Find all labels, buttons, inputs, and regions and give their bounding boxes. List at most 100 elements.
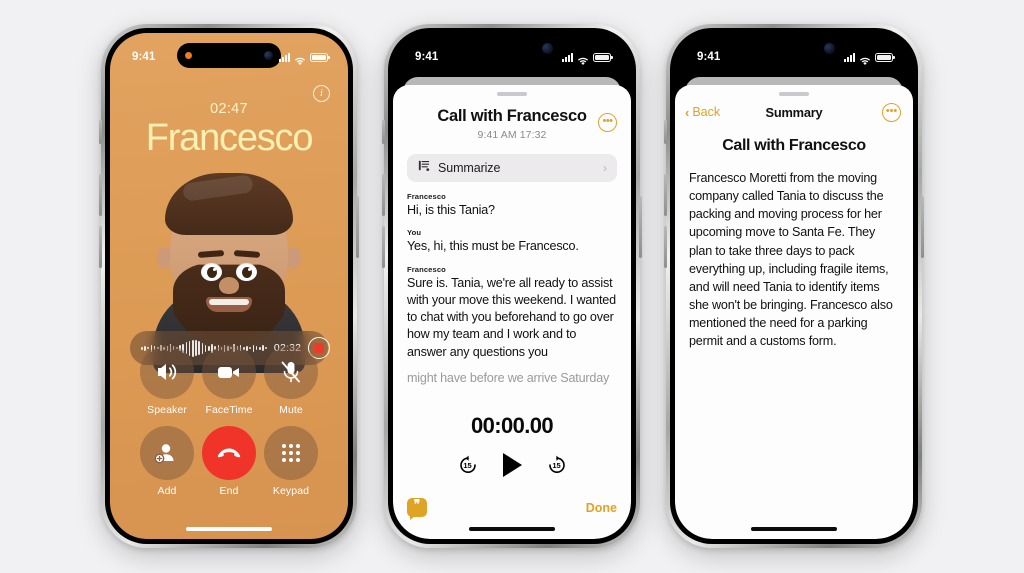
transcript-text: Sure is. Tania, we're all ready to assis… [407,275,616,359]
phone2-screen: 9:41 ••• Call with Francesco 9:41 AM 17:… [393,33,631,539]
back-label: Back [692,105,721,119]
power-button[interactable] [921,196,924,258]
mute-label: Mute [279,404,303,416]
cellular-bars-icon [562,52,573,62]
transcript-subtitle: 9:41 AM 17:32 [477,129,547,141]
volume-down-button[interactable] [664,226,667,268]
transcript-entry: Francesco Sure is. Tania, we're all read… [407,265,617,388]
skip-forward-label: 15 [552,460,561,470]
avatar-eyebrow-right [233,250,261,258]
speaker-icon [140,345,194,399]
call-duration: 02:47 [210,101,248,117]
end-call-icon [202,426,256,480]
transcript-entry: You Yes, hi, this must be Francesco. [407,228,617,255]
avatar-eye-right [236,263,257,281]
transcript-text-faded: might have before we arrive Saturday [407,370,610,385]
add-person-icon [140,426,194,480]
speaker-label: Speaker [147,404,187,416]
wifi-icon [577,53,589,65]
sheet-footer: ❞ Done [393,498,631,520]
volume-up-button[interactable] [664,174,667,216]
summarize-icon [417,159,430,177]
avatar-eye-left [201,263,222,281]
back-button[interactable]: ‹ Back [685,105,720,120]
transcript-text: Yes, hi, this must be Francesco. [407,239,579,254]
more-options-button[interactable]: ••• [598,113,617,132]
call-info-button[interactable]: i [313,85,330,102]
avatar-eyebrow-left [197,250,225,258]
call-controls-grid: Speaker FaceTime Mute Add End Keypad [110,345,348,497]
silent-switch[interactable] [664,120,667,144]
transcript-speaker: Francesco [407,192,446,201]
battery-icon [593,52,613,62]
skip-back-15-icon[interactable]: 15 [457,454,479,476]
avatar-nose [219,277,239,294]
cellular-bars-icon [279,52,290,62]
silent-switch[interactable] [382,120,385,144]
facetime-label: FaceTime [205,404,253,416]
add-call-button[interactable]: Add [136,426,198,497]
home-indicator[interactable] [751,527,837,531]
chevron-right-icon: › [603,161,607,175]
power-button[interactable] [356,196,359,258]
end-label: End [219,485,239,497]
status-bar: 9:41 [393,33,631,71]
phone-device-transcript: 9:41 ••• Call with Francesco 9:41 AM 17:… [382,24,642,548]
power-button[interactable] [639,196,642,258]
player-controls: 15 15 [457,453,568,477]
volume-down-button[interactable] [99,226,102,268]
caller-name: Francesco [145,117,314,159]
done-button[interactable]: Done [586,501,617,515]
keypad-label: Keypad [272,485,310,497]
summarize-button[interactable]: Summarize › [407,154,617,182]
phone1-screen: 9:41 i 02:47 Francesco 02:32 Speaker Fac… [110,33,348,539]
transcript-screen: 9:41 ••• Call with Francesco 9:41 AM 17:… [393,33,631,539]
active-call-screen: 9:41 i 02:47 Francesco 02:32 Speaker Fac… [110,33,348,539]
summary-sheet: ‹ Back Summary ••• Call with Francesco F… [675,85,913,539]
end-call-button[interactable]: End [198,426,260,497]
summary-heading: Call with Francesco [722,137,866,154]
transcript-entry: Francesco Hi, is this Tania? [407,192,617,219]
status-icons [279,52,330,65]
home-indicator[interactable] [469,527,555,531]
phone-device-summary: 9:41 ‹ Back Summary ••• Call with France… [664,24,924,548]
status-bar: 9:41 [110,33,348,71]
status-time: 9:41 [415,51,439,63]
wifi-icon [294,53,306,65]
battery-icon [310,52,330,62]
keypad-icon [264,426,318,480]
screenshot-canvas: 9:41 i 02:47 Francesco 02:32 Speaker Fac… [0,0,1024,573]
transcript-title: Call with Francesco [437,107,587,125]
volume-down-button[interactable] [382,226,385,268]
summary-screen: 9:41 ‹ Back Summary ••• Call with France… [675,33,913,539]
phone-bezel: 9:41 ‹ Back Summary ••• Call with France… [670,28,918,544]
mute-button[interactable]: Mute [260,345,322,416]
home-indicator[interactable] [186,527,272,531]
volume-up-button[interactable] [99,174,102,216]
transcript-sheet: ••• Call with Francesco 9:41 AM 17:32 Su… [393,85,631,539]
volume-up-button[interactable] [382,174,385,216]
speaker-button[interactable]: Speaker [136,345,198,416]
skip-forward-15-icon[interactable]: 15 [546,454,568,476]
sheet-grabber[interactable] [779,92,809,96]
more-options-button[interactable]: ••• [882,102,901,122]
battery-icon [875,52,895,62]
status-icons [562,52,613,65]
player-timecode: 00:00.00 [470,413,554,438]
video-camera-icon [202,345,256,399]
avatar-mouth [206,297,252,312]
microphone-muted-icon [264,345,318,399]
avatar-hair [165,173,293,235]
silent-switch[interactable] [99,120,102,144]
status-icons [844,52,895,65]
status-time: 9:41 [132,51,156,63]
wifi-icon [859,53,871,65]
summarize-label: Summarize [438,161,501,175]
phone-device-call: 9:41 i 02:47 Francesco 02:32 Speaker Fac… [99,24,359,548]
audio-player: 00:00.00 15 15 [393,413,631,477]
play-icon[interactable] [502,453,522,477]
facetime-button[interactable]: FaceTime [198,345,260,416]
sheet-grabber[interactable] [497,92,527,96]
transcript-quote-icon[interactable]: ❞ [407,498,427,520]
keypad-button[interactable]: Keypad [260,426,322,497]
